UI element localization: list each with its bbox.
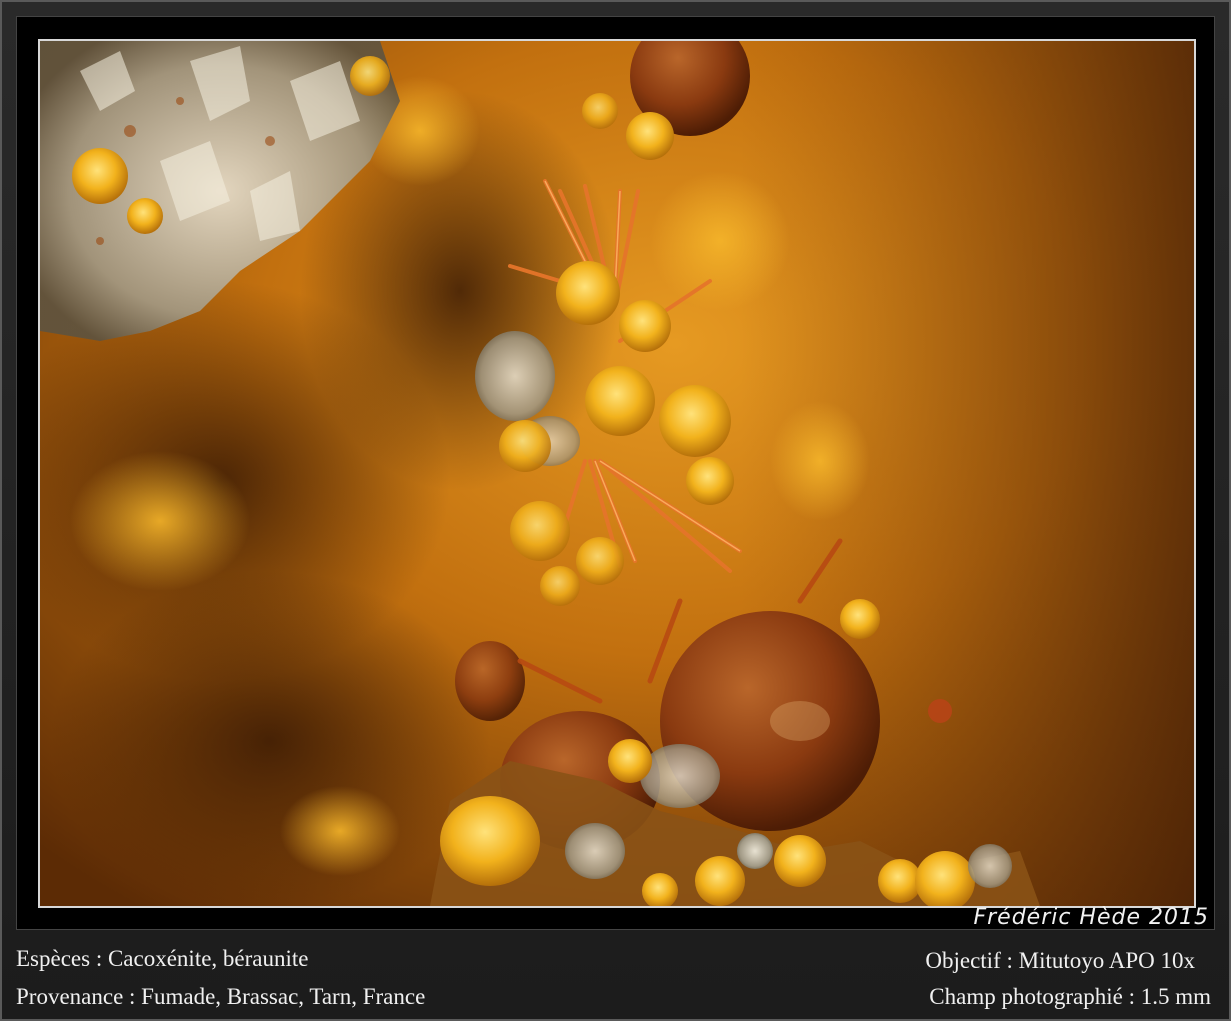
field-of-view-caption: Champ photographié : 1.5 mm [929,984,1211,1009]
photographer-credit: Frédéric Hède 2015 [973,905,1209,930]
objective-caption: Objectif : Mitutoyo APO 10x [925,948,1195,973]
photo-frame: Frédéric Hède 2015 Espèces : Cacoxénite,… [0,0,1231,1021]
mineral-photo [38,39,1196,908]
species-caption: Espèces : Cacoxénite, béraunite [16,946,309,971]
provenance-caption: Provenance : Fumade, Brassac, Tarn, Fran… [16,984,426,1009]
